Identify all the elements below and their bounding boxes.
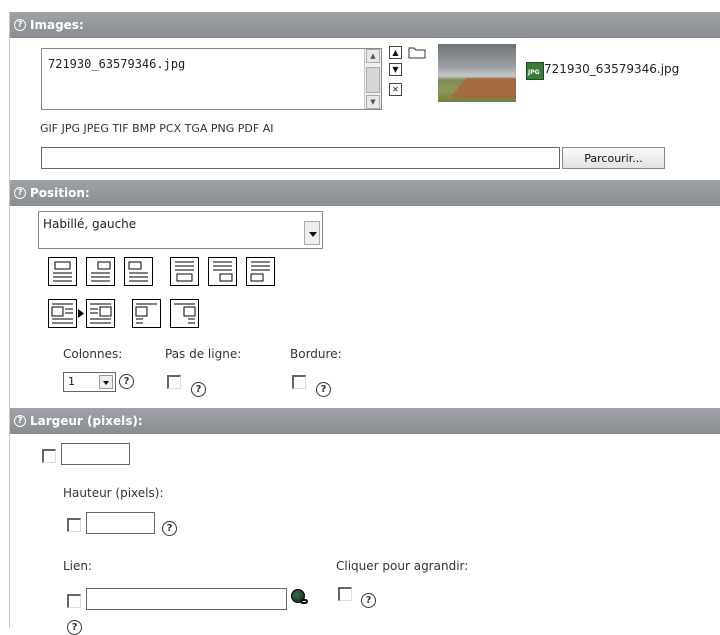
help-icon[interactable]: ?	[14, 19, 26, 31]
image-list-box[interactable]: 721930_63579346.jpg ▲ ▼	[41, 48, 382, 110]
link-checkbox[interactable]	[67, 594, 81, 608]
position-section-header: ? Position:	[10, 180, 720, 206]
scroll-up-arrow-icon[interactable]: ▲	[366, 49, 380, 63]
file-upload-input[interactable]	[41, 147, 560, 169]
help-icon[interactable]: ?	[119, 374, 134, 389]
link-chain-icon	[300, 599, 308, 604]
help-icon[interactable]: ?	[191, 382, 206, 397]
form-left-border	[9, 12, 10, 628]
position-select-value: Habillé, gauche	[43, 217, 137, 231]
jpg-file-icon: JPG	[526, 62, 544, 80]
image-list-scrollbar[interactable]: ▲ ▼	[364, 49, 381, 109]
move-up-button[interactable]: ▲	[389, 46, 402, 59]
arrow-right-icon	[78, 309, 84, 318]
chevron-down-icon[interactable]	[99, 375, 113, 389]
width-section-header: ? Largeur (pixels):	[10, 408, 720, 434]
image-list-filename: 721930_63579346.jpg	[48, 57, 186, 71]
columns-label: Colonnes:	[63, 347, 123, 361]
enlarge-label: Cliquer pour agrandir:	[336, 559, 469, 573]
image-thumbnail[interactable]	[438, 44, 516, 102]
delete-image-button[interactable]: ✕	[389, 83, 402, 96]
wrap-left-no-text-icon[interactable]	[132, 299, 161, 328]
columns-select-value: 1	[68, 375, 75, 388]
help-icon[interactable]: ?	[14, 415, 26, 427]
position-above-center-icon[interactable]	[48, 257, 77, 286]
wrap-right-no-text-icon[interactable]	[170, 299, 199, 328]
allowed-file-types: GIF JPG JPEG TIF BMP PCX TGA PNG PDF AI	[40, 122, 274, 135]
chevron-down-icon[interactable]	[304, 221, 320, 245]
position-below-left-icon[interactable]	[246, 257, 275, 286]
position-above-left-icon[interactable]	[124, 257, 153, 286]
help-icon[interactable]: ?	[162, 521, 177, 536]
preview-filename: 721930_63579346.jpg	[544, 62, 680, 76]
images-header-label: Images:	[30, 18, 84, 32]
help-icon[interactable]: ?	[361, 593, 376, 608]
width-header-label: Largeur (pixels):	[30, 414, 143, 428]
width-input[interactable]	[61, 443, 130, 465]
thumbnail-road-shape	[449, 78, 516, 98]
move-down-button[interactable]: ▼	[389, 63, 402, 76]
position-header-label: Position:	[30, 186, 90, 200]
jpg-badge-text: JPG	[528, 69, 540, 76]
height-checkbox[interactable]	[67, 518, 81, 532]
no-rows-checkbox[interactable]	[167, 375, 181, 389]
columns-select[interactable]: 1	[63, 372, 116, 392]
browse-button[interactable]: Parcourir...	[562, 147, 665, 169]
help-icon[interactable]: ?	[14, 187, 26, 199]
height-label: Hauteur (pixels):	[63, 486, 164, 500]
wrap-left-icon[interactable]	[48, 299, 77, 328]
position-below-right-icon[interactable]	[208, 257, 237, 286]
border-label: Bordure:	[290, 347, 342, 361]
scroll-down-arrow-icon[interactable]: ▼	[366, 95, 380, 109]
height-input[interactable]	[86, 512, 155, 534]
position-below-center-icon[interactable]	[170, 257, 199, 286]
link-input[interactable]	[86, 588, 287, 610]
help-icon[interactable]: ?	[316, 382, 331, 397]
link-label: Lien:	[63, 559, 93, 573]
folder-icon[interactable]	[408, 45, 426, 59]
enlarge-checkbox[interactable]	[338, 587, 352, 601]
width-checkbox[interactable]	[42, 449, 56, 463]
images-section-header: ? Images:	[10, 12, 720, 38]
scroll-thumb[interactable]	[366, 67, 380, 93]
no-rows-label: Pas de ligne:	[165, 347, 242, 361]
position-above-right-icon[interactable]	[86, 257, 115, 286]
position-select[interactable]: Habillé, gauche	[38, 211, 323, 249]
wrap-right-icon[interactable]	[86, 299, 115, 328]
border-checkbox[interactable]	[292, 375, 306, 389]
